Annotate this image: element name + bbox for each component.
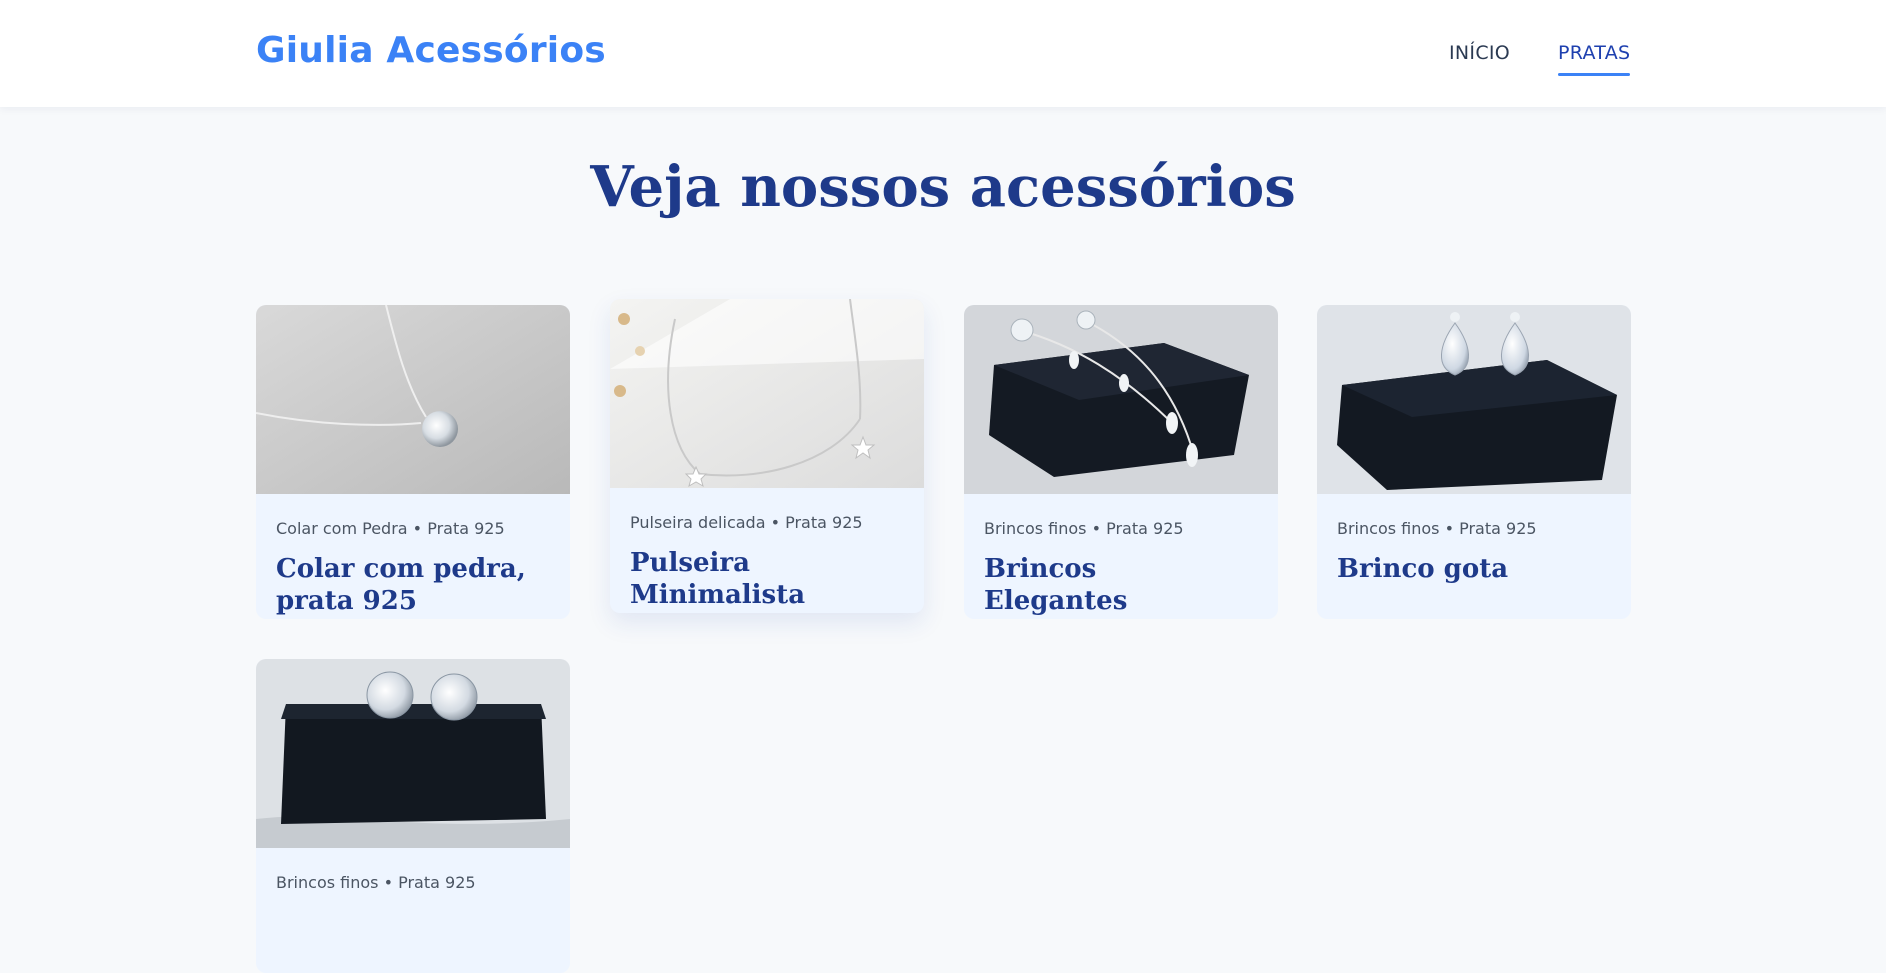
product-meta: Pulseira delicada • Prata 925: [630, 513, 863, 532]
product-card[interactable]: Colar com Pedra • Prata 925 Colar com pe…: [256, 305, 570, 619]
product-meta: Brincos finos • Prata 925: [1337, 519, 1537, 538]
page-title: Veja nossos acessórios: [590, 154, 1296, 220]
product-meta: Brincos finos • Prata 925: [984, 519, 1184, 538]
product-title: Colar com pedra, prata 925: [276, 554, 526, 616]
nav-link-pratas-label: PRATAS: [1558, 42, 1631, 64]
site-header: Giulia Acessórios INÍCIO PRATAS: [0, 0, 1886, 107]
product-title: Pulseira Minimalista: [630, 548, 806, 610]
product-title: Brinco gota: [1337, 554, 1509, 584]
product-card[interactable]: Pulseira delicada • Prata 925 Pulseira M…: [610, 299, 924, 613]
necklace-photo: [256, 305, 570, 494]
product-card[interactable]: Brincos finos • Prata 925 Brinco gota: [1317, 305, 1631, 619]
stud-earrings-photo: [256, 659, 570, 848]
teardrop-earrings-photo: [1317, 305, 1631, 494]
nav-link-pratas[interactable]: PRATAS: [1558, 42, 1631, 76]
product-meta: Colar com Pedra • Prata 925: [276, 519, 505, 538]
product-title: Brincos Elegantes: [984, 554, 1128, 616]
active-nav-underline: [1558, 73, 1631, 76]
product-image-stud-earrings[interactable]: [256, 659, 570, 848]
product-image-drop-earrings[interactable]: [964, 305, 1278, 494]
site-logo[interactable]: Giulia Acessórios: [256, 30, 606, 71]
nav-link-inicio[interactable]: INÍCIO: [1449, 42, 1510, 64]
drop-earrings-photo: [964, 305, 1278, 494]
bracelet-photo: [610, 299, 924, 488]
product-meta: Brincos finos • Prata 925: [276, 873, 476, 892]
product-image-bracelet[interactable]: [610, 299, 924, 488]
product-image-teardrop-earrings[interactable]: [1317, 305, 1631, 494]
product-image-necklace[interactable]: [256, 305, 570, 494]
product-card[interactable]: Brincos finos • Prata 925 Brincos Elegan…: [964, 305, 1278, 619]
product-card[interactable]: Brincos finos • Prata 925: [256, 659, 570, 973]
